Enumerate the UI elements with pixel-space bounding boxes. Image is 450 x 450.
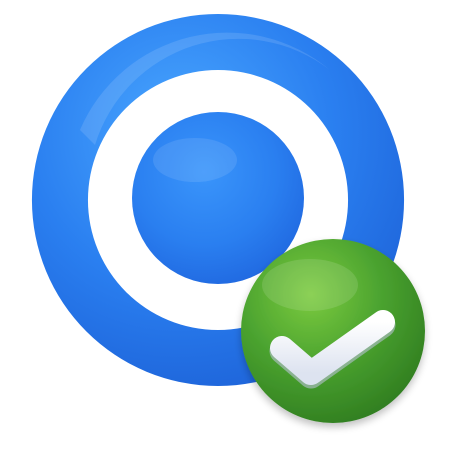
check-badge-icon	[241, 239, 425, 423]
icon-canvas	[0, 0, 450, 450]
target-check-icon	[31, 13, 425, 423]
